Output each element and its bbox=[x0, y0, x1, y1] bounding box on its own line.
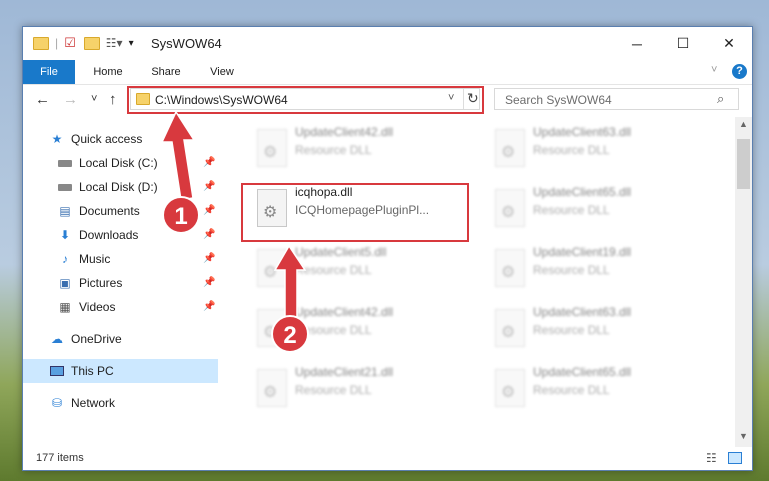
arrow-1-icon bbox=[160, 110, 196, 201]
arrow-2-icon bbox=[273, 244, 307, 319]
step-2-badge: 2 bbox=[271, 315, 309, 353]
step-1-badge: 1 bbox=[162, 196, 200, 234]
annotation-arrows bbox=[160, 110, 307, 319]
